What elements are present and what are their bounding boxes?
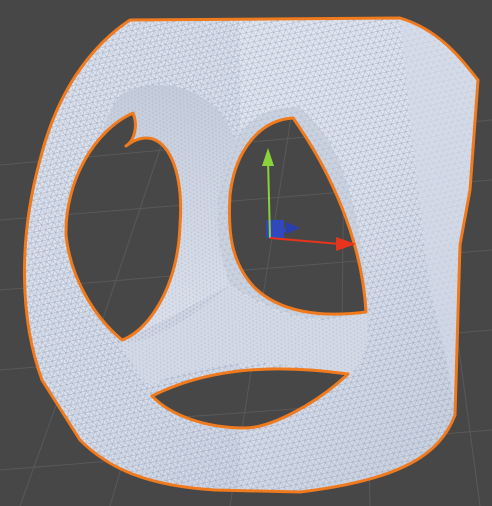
scene-viewport[interactable]	[0, 0, 492, 506]
scene-canvas[interactable]	[0, 0, 492, 506]
selected-mesh-object[interactable]	[0, 0, 492, 506]
